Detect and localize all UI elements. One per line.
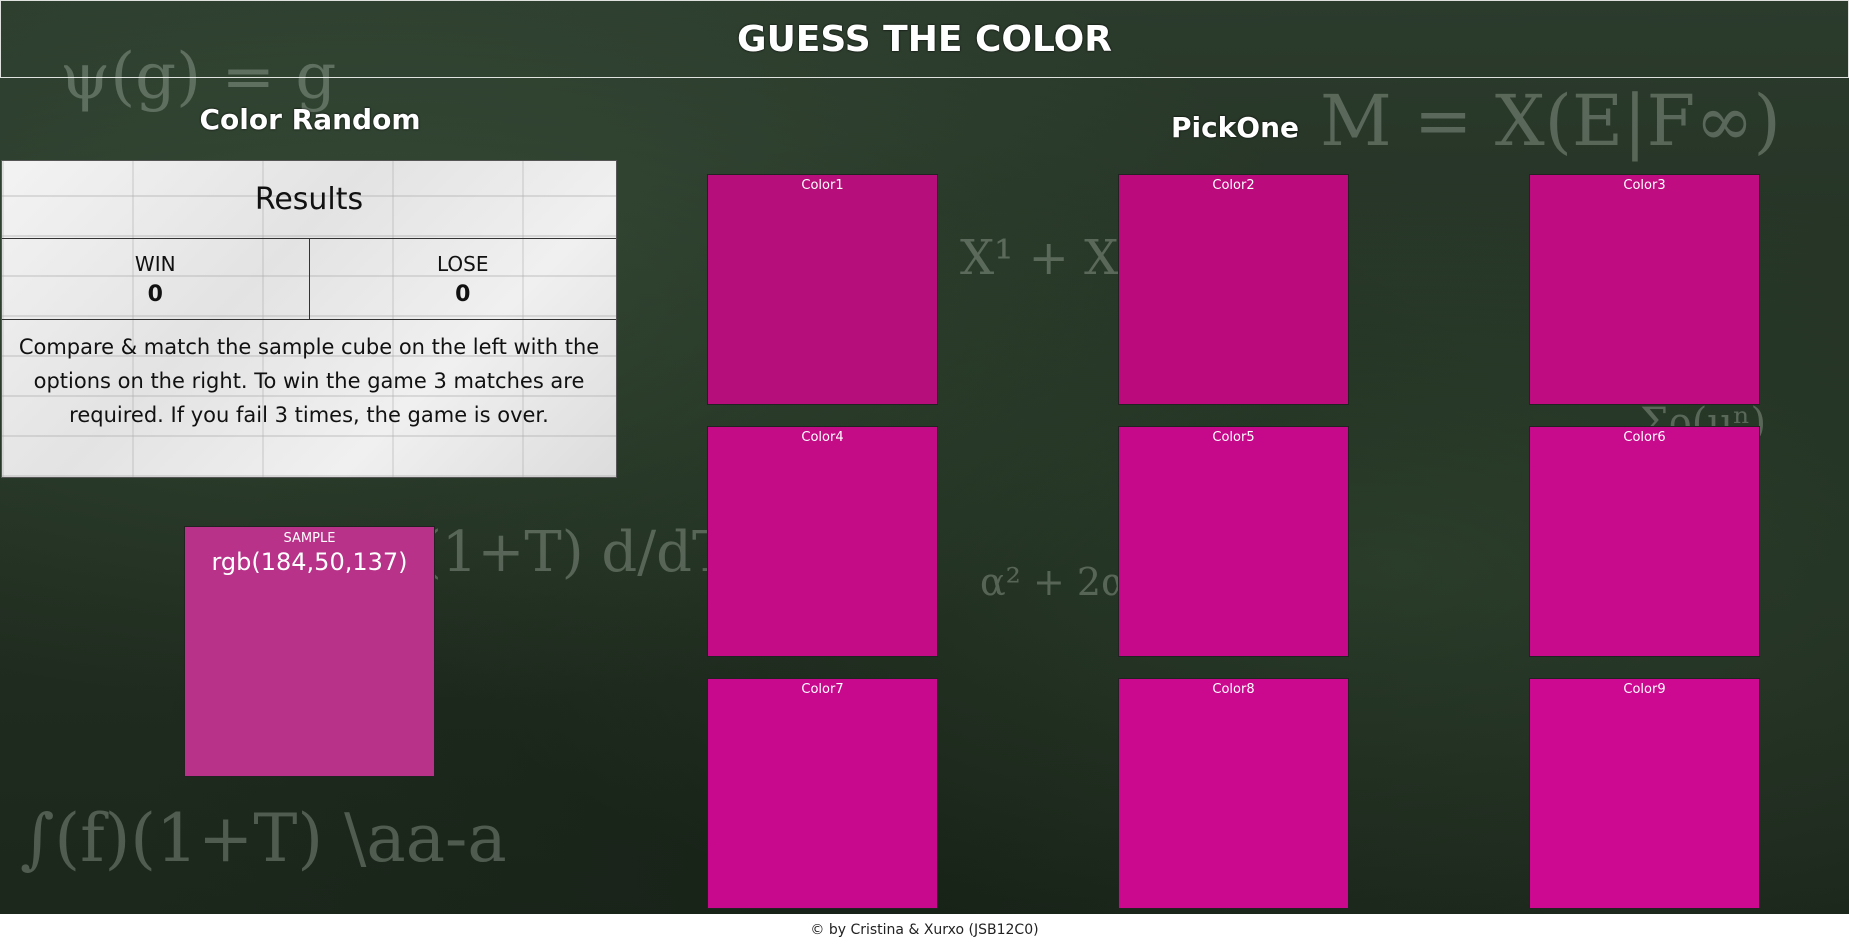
footer-credits: © by Cristina & Xurxo (JSB12C0) — [0, 914, 1849, 946]
color-option-label: Color8 — [1212, 682, 1255, 697]
app-header: GUESS THE COLOR — [0, 0, 1849, 78]
lose-count: 0 — [455, 281, 471, 307]
chalkboard-scribble: (1+T) d/dT — [420, 520, 730, 585]
color-option-label: Color3 — [1623, 178, 1666, 193]
color-option-label: Color2 — [1212, 178, 1255, 193]
color-option-label: Color9 — [1623, 682, 1666, 697]
chalkboard-scribble: α² + 2α — [980, 560, 1127, 604]
color-option-label: Color5 — [1212, 430, 1255, 445]
color-option-9[interactable]: Color9 — [1529, 678, 1760, 909]
color-option-7[interactable]: Color7 — [707, 678, 938, 909]
pick-one-title: PickOne — [1170, 111, 1300, 144]
sample-color-cube: SAMPLE rgb(184,50,137) — [184, 526, 435, 777]
chalkboard-scribble: M = X(E|F∞) — [1320, 80, 1781, 162]
color-option-4[interactable]: Color4 — [707, 426, 938, 657]
color-random-title: Color Random — [199, 103, 421, 136]
color-option-1[interactable]: Color1 — [707, 174, 938, 405]
results-heading: Results — [2, 161, 616, 239]
score-row: WIN 0 LOSE 0 — [2, 239, 616, 320]
color-option-label: Color1 — [801, 178, 844, 193]
color-option-2[interactable]: Color2 — [1118, 174, 1349, 405]
color-option-5[interactable]: Color5 — [1118, 426, 1349, 657]
chalkboard-scribble: X¹ + X — [960, 230, 1119, 286]
color-option-8[interactable]: Color8 — [1118, 678, 1349, 909]
results-panel: Results WIN 0 LOSE 0 Compare & match the… — [1, 160, 617, 478]
color-option-label: Color4 — [801, 430, 844, 445]
chalkboard-scribble: ∫(f)(1+T) \aa-a — [20, 800, 507, 877]
win-count: 0 — [147, 281, 163, 307]
win-label: WIN — [134, 251, 176, 276]
sample-label: SAMPLE — [283, 531, 336, 546]
lose-score: LOSE 0 — [308, 239, 617, 319]
color-option-label: Color6 — [1623, 430, 1666, 445]
color-option-3[interactable]: Color3 — [1529, 174, 1760, 405]
game-instructions: Compare & match the sample cube on the l… — [18, 335, 600, 427]
win-score: WIN 0 — [2, 239, 309, 319]
lose-label: LOSE — [436, 251, 489, 276]
page-title: GUESS THE COLOR — [737, 18, 1112, 60]
color-option-6[interactable]: Color6 — [1529, 426, 1760, 657]
sample-rgb-value: rgb(184,50,137) — [211, 548, 408, 576]
color-option-label: Color7 — [801, 682, 844, 697]
